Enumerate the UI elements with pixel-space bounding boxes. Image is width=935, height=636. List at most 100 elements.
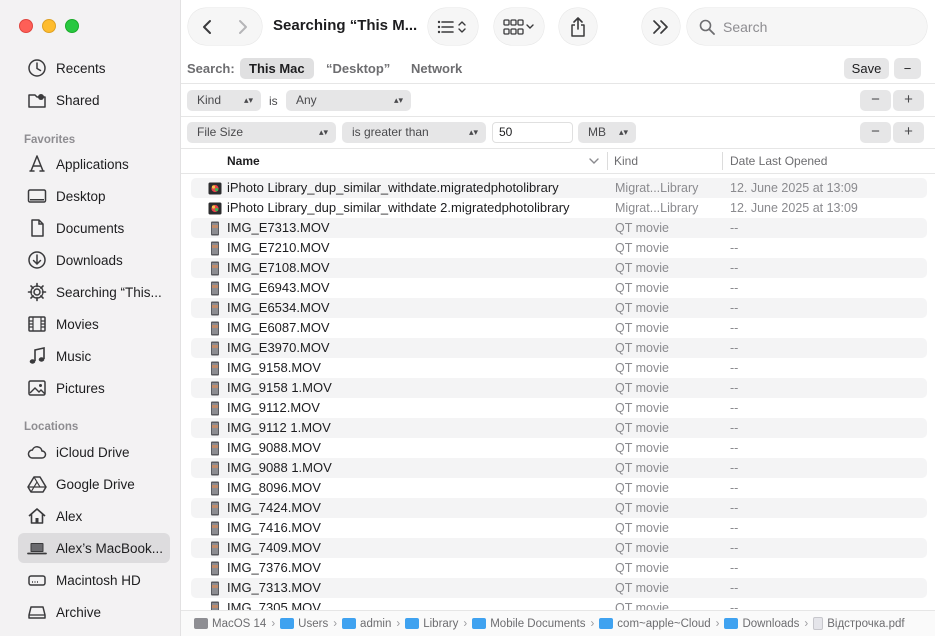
column-header-name[interactable]: Name <box>227 154 260 168</box>
file-row[interactable]: IMG_E7313.MOV QT movie -- <box>191 218 927 238</box>
zoom-window-button[interactable] <box>65 19 79 33</box>
scope-network[interactable]: Network <box>402 58 471 79</box>
path-crumb[interactable]: Відстрочка.pdf <box>813 617 905 630</box>
size-unit-popup[interactable]: MB ▴▾ <box>578 122 636 143</box>
sidebar-item-documents[interactable]: Documents <box>18 213 170 243</box>
file-row[interactable]: IMG_9112.MOV QT movie -- <box>191 398 927 418</box>
criteria-operator-popup[interactable]: Any ▴▾ <box>286 90 411 111</box>
sidebar-item-google-drive[interactable]: Google Drive <box>18 469 170 499</box>
share-button[interactable] <box>559 8 597 45</box>
movie-file-icon <box>208 421 222 436</box>
scope-this-mac[interactable]: This Mac <box>240 58 314 79</box>
up-down-chevron-icon: ▴▾ <box>468 127 478 137</box>
remove-criteria-button[interactable]: − <box>860 90 891 111</box>
sidebar-item-label: Movies <box>56 316 99 332</box>
file-row[interactable]: IMG_9158 1.MOV QT movie -- <box>191 378 927 398</box>
remove-criteria-button[interactable]: − <box>860 122 891 143</box>
path-crumb[interactable]: Downloads › <box>724 618 813 630</box>
column-header-kind[interactable]: Kind <box>614 154 638 168</box>
file-row[interactable]: IMG_7409.MOV QT movie -- <box>191 538 927 558</box>
path-crumb[interactable]: Mobile Documents › <box>472 618 599 630</box>
sidebar-item-applications[interactable]: Applications <box>18 149 170 179</box>
file-row[interactable]: IMG_9112 1.MOV QT movie -- <box>191 418 927 438</box>
sidebar-item-recents[interactable]: Recents <box>18 53 170 83</box>
path-crumb[interactable]: MacOS 14 › <box>194 618 280 630</box>
file-row[interactable]: IMG_7376.MOV QT movie -- <box>191 558 927 578</box>
gear-icon <box>26 281 48 303</box>
file-row[interactable]: IMG_7313.MOV QT movie -- <box>191 578 927 598</box>
sidebar-item-macbook[interactable]: Alex’s MacBook... <box>18 533 170 563</box>
close-window-button[interactable] <box>19 19 33 33</box>
view-mode-button[interactable] <box>428 8 478 45</box>
sidebar-item-icloud-drive[interactable]: iCloud Drive <box>18 437 170 467</box>
sidebar-item-alex[interactable]: Alex <box>18 501 170 531</box>
photo-library-icon <box>208 201 222 216</box>
path-crumb[interactable]: Users › <box>280 618 342 630</box>
folder-icon <box>405 618 420 629</box>
search-input[interactable]: Search <box>687 8 927 45</box>
path-separator-icon: › <box>715 617 720 630</box>
movie-file-icon <box>208 341 222 356</box>
group-button[interactable] <box>494 8 544 45</box>
file-row[interactable]: IMG_9088.MOV QT movie -- <box>191 438 927 458</box>
file-row[interactable]: IMG_E6943.MOV QT movie -- <box>191 278 927 298</box>
sidebar-item-downloads[interactable]: Downloads <box>18 245 170 275</box>
file-row[interactable]: IMG_9088 1.MOV QT movie -- <box>191 458 927 478</box>
minimize-window-button[interactable] <box>42 19 56 33</box>
file-date-last-opened: -- <box>730 221 739 235</box>
file-name: IMG_7376.MOV <box>227 560 321 575</box>
file-kind: QT movie <box>615 541 669 555</box>
sidebar-item-shared[interactable]: Shared <box>18 85 170 115</box>
path-separator-icon: › <box>590 617 595 630</box>
save-search-button[interactable]: Save <box>844 58 889 79</box>
sidebar-item-pictures[interactable]: Pictures <box>18 373 170 403</box>
file-row[interactable]: iPhoto Library_dup_similar_withdate 2.mi… <box>191 198 927 218</box>
file-row[interactable]: IMG_E6087.MOV QT movie -- <box>191 318 927 338</box>
criteria-attribute-popup[interactable]: Kind ▴▾ <box>187 90 261 111</box>
sidebar-item-movies[interactable]: Movies <box>18 309 170 339</box>
column-header-date-last-opened[interactable]: Date Last Opened <box>730 154 827 168</box>
drive-icon <box>194 618 208 629</box>
sidebar-item-saved-search[interactable]: Searching “This... <box>18 277 170 307</box>
path-bar: MacOS 14 › Users › admin › Library › Mobile Docu… <box>181 610 935 636</box>
file-name: IMG_E7210.MOV <box>227 240 330 255</box>
file-name: IMG_8096.MOV <box>227 480 321 495</box>
sidebar-item-archive[interactable]: Archive <box>18 597 170 627</box>
path-crumb[interactable]: Library › <box>405 618 472 630</box>
path-crumb[interactable]: admin › <box>342 618 405 630</box>
add-criteria-button[interactable]: + <box>893 90 924 111</box>
movie-file-icon <box>208 401 222 416</box>
column-separator <box>722 152 723 170</box>
file-kind: QT movie <box>615 281 669 295</box>
path-crumb[interactable]: com~apple~Cloud › <box>599 618 724 630</box>
remove-scope-button[interactable]: − <box>894 58 921 79</box>
file-row[interactable]: IMG_E7210.MOV QT movie -- <box>191 238 927 258</box>
file-row[interactable]: IMG_7416.MOV QT movie -- <box>191 518 927 538</box>
sidebar-item-desktop[interactable]: Desktop <box>18 181 170 211</box>
sidebar-item-label: Searching “This... <box>56 284 162 300</box>
file-row[interactable]: IMG_E7108.MOV QT movie -- <box>191 258 927 278</box>
file-name: IMG_9158.MOV <box>227 360 321 375</box>
file-row[interactable]: IMG_E6534.MOV QT movie -- <box>191 298 927 318</box>
forward-button[interactable] <box>225 8 261 45</box>
criteria-operator-value: Any <box>296 93 317 107</box>
add-criteria-button[interactable]: + <box>893 122 924 143</box>
window-title: Searching “This M... <box>273 17 418 34</box>
back-button[interactable] <box>189 8 225 45</box>
file-row[interactable]: iPhoto Library_dup_similar_withdate.migr… <box>191 178 927 198</box>
criteria-attribute-popup[interactable]: File Size ▴▾ <box>187 122 336 143</box>
sidebar-item-macintosh-hd[interactable]: Macintosh HD <box>18 565 170 595</box>
sidebar-item-label: Shared <box>56 92 100 108</box>
more-toolbar-items-button[interactable] <box>642 8 680 45</box>
file-row[interactable]: IMG_9158.MOV QT movie -- <box>191 358 927 378</box>
file-row[interactable]: IMG_8096.MOV QT movie -- <box>191 478 927 498</box>
file-row[interactable]: IMG_7305.MOV QT movie -- <box>191 598 927 610</box>
up-down-chevron-icon: ▴▾ <box>243 95 253 105</box>
criteria-operator-popup[interactable]: is greater than ▴▾ <box>342 122 486 143</box>
scope-desktop[interactable]: “Desktop” <box>317 58 399 79</box>
sidebar-item-music[interactable]: Music <box>18 341 170 371</box>
file-row[interactable]: IMG_E3970.MOV QT movie -- <box>191 338 927 358</box>
file-size-value-input[interactable]: 50 <box>492 122 573 143</box>
file-row[interactable]: IMG_7424.MOV QT movie -- <box>191 498 927 518</box>
path-separator-icon: › <box>333 617 338 630</box>
